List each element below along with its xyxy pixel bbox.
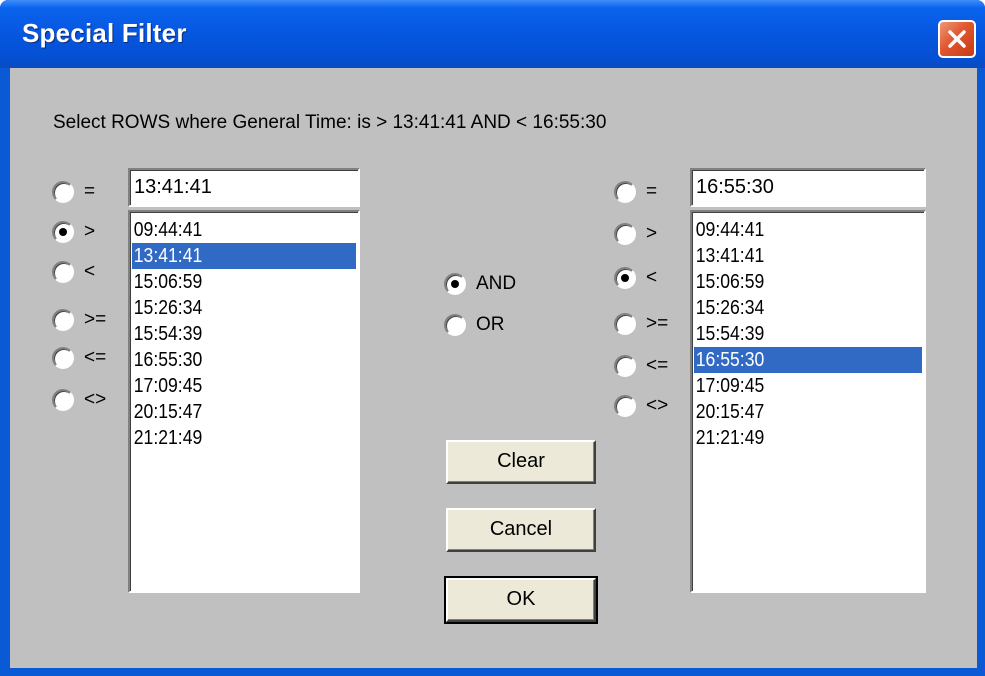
left-operator-radio-label: > xyxy=(84,221,96,242)
list-item[interactable]: 15:06:59 xyxy=(694,269,922,295)
left-operator-radio-3[interactable]: >= xyxy=(52,306,106,334)
right-operator-radio-button[interactable] xyxy=(614,313,636,335)
left-operator-radio-2[interactable]: < xyxy=(52,258,95,286)
list-item-text: 17:09:45 xyxy=(133,375,203,397)
right-operator-radio-button[interactable] xyxy=(614,181,636,203)
list-item-text: 16:55:30 xyxy=(133,349,203,371)
right-operator-radio-1[interactable]: > xyxy=(614,220,657,248)
right-operator-radio-button[interactable] xyxy=(614,267,636,289)
clear-button[interactable]: Clear xyxy=(446,440,596,484)
right-operator-radio-button[interactable] xyxy=(614,223,636,245)
right-operator-radio-3[interactable]: >= xyxy=(614,310,668,338)
logic-radio-0[interactable]: AND xyxy=(444,270,516,298)
left-operator-radio-button[interactable] xyxy=(52,181,74,203)
list-item-text: 16:55:30 xyxy=(695,349,765,371)
ok-button[interactable]: OK xyxy=(444,576,598,624)
radio-dot-icon xyxy=(59,228,67,236)
logic-radio-label: AND xyxy=(476,273,517,294)
radio-dot-icon xyxy=(451,280,459,288)
radio-dot-icon xyxy=(621,274,629,282)
right-operator-radio-label: >= xyxy=(646,313,669,334)
list-item[interactable]: 17:09:45 xyxy=(694,373,922,399)
list-item[interactable]: 15:54:39 xyxy=(694,321,922,347)
list-item-text: 13:41:41 xyxy=(695,245,765,267)
list-item[interactable]: 16:55:30 xyxy=(694,347,922,373)
right-operator-radio-5[interactable]: <> xyxy=(614,392,668,420)
right-time-list[interactable]: 09:44:41 13:41:41 15:06:59 15:26:34 15:54:39… xyxy=(690,210,926,593)
list-item-text: 17:09:45 xyxy=(695,375,765,397)
list-item-text: 15:54:39 xyxy=(133,323,203,345)
list-item-text: 15:54:39 xyxy=(695,323,765,345)
special-filter-window: Special Filter Select ROWS where General… xyxy=(0,0,985,676)
list-item[interactable]: 21:21:49 xyxy=(694,425,922,451)
right-operator-radio-button[interactable] xyxy=(614,395,636,417)
list-item[interactable]: 21:21:49 xyxy=(132,425,356,451)
list-item[interactable]: 20:15:47 xyxy=(132,399,356,425)
left-operator-radio-button[interactable] xyxy=(52,261,74,283)
list-item[interactable]: 15:54:39 xyxy=(132,321,356,347)
list-item[interactable]: 09:44:41 xyxy=(694,217,922,243)
left-operator-radio-button[interactable] xyxy=(52,221,74,243)
right-value-input[interactable]: 16:55:30 xyxy=(690,168,926,207)
right-operator-radio-label: < xyxy=(646,267,658,288)
list-item[interactable]: 16:55:30 xyxy=(132,347,356,373)
right-operator-radio-4[interactable]: <= xyxy=(614,352,668,380)
list-item-text: 21:21:49 xyxy=(133,427,203,449)
window-title: Special Filter xyxy=(22,18,187,48)
logic-radio-1[interactable]: OR xyxy=(444,311,505,339)
title-bar[interactable]: Special Filter xyxy=(0,0,985,68)
list-item[interactable]: 15:06:59 xyxy=(132,269,356,295)
list-item[interactable]: 20:15:47 xyxy=(694,399,922,425)
list-item-text: 15:26:34 xyxy=(695,297,765,319)
list-item[interactable]: 17:09:45 xyxy=(132,373,356,399)
close-button[interactable] xyxy=(938,20,976,58)
logic-radio-label: OR xyxy=(476,314,505,335)
logic-radio-button[interactable] xyxy=(444,273,466,295)
close-x-icon xyxy=(948,30,966,48)
left-operator-radio-button[interactable] xyxy=(52,309,74,331)
list-item-text: 20:15:47 xyxy=(695,401,765,423)
left-operator-radio-0[interactable]: = xyxy=(52,178,95,206)
left-time-list[interactable]: 09:44:41 13:41:41 15:06:59 15:26:34 15:54:39… xyxy=(128,210,360,593)
logic-radio-button[interactable] xyxy=(444,314,466,336)
right-operator-radio-label: = xyxy=(646,181,658,202)
list-item-text: 21:21:49 xyxy=(695,427,765,449)
left-value-input[interactable]: 13:41:41 xyxy=(128,168,360,207)
right-operator-radio-button[interactable] xyxy=(614,355,636,377)
right-operator-radio-2[interactable]: < xyxy=(614,264,657,292)
right-operator-radio-0[interactable]: = xyxy=(614,178,657,206)
left-operator-radio-label: < xyxy=(84,261,96,282)
left-operator-radio-5[interactable]: <> xyxy=(52,386,106,414)
left-operator-radio-button[interactable] xyxy=(52,347,74,369)
list-item-text: 09:44:41 xyxy=(695,219,765,241)
left-operator-radio-label: <> xyxy=(84,389,107,410)
list-item-text: 13:41:41 xyxy=(133,245,203,267)
dialog-body: Select ROWS where General Time: is > 13:… xyxy=(10,68,977,668)
right-operator-radio-label: > xyxy=(646,223,658,244)
left-operator-radio-label: <= xyxy=(84,347,107,368)
list-item[interactable]: 13:41:41 xyxy=(132,243,356,269)
right-operator-radio-label: <= xyxy=(646,355,669,376)
list-item-text: 15:06:59 xyxy=(133,271,203,293)
cancel-button[interactable]: Cancel xyxy=(446,508,596,552)
list-item[interactable]: 13:41:41 xyxy=(694,243,922,269)
list-item[interactable]: 15:26:34 xyxy=(694,295,922,321)
list-item-text: 15:26:34 xyxy=(133,297,203,319)
left-operator-radio-4[interactable]: <= xyxy=(52,344,106,372)
list-item[interactable]: 09:44:41 xyxy=(132,217,356,243)
left-operator-radio-1[interactable]: > xyxy=(52,218,95,246)
list-item[interactable]: 15:26:34 xyxy=(132,295,356,321)
list-item-text: 09:44:41 xyxy=(133,219,203,241)
list-item-text: 20:15:47 xyxy=(133,401,203,423)
left-operator-radio-label: = xyxy=(84,181,96,202)
filter-prompt: Select ROWS where General Time: is > 13:… xyxy=(53,112,607,133)
left-operator-radio-label: >= xyxy=(84,309,107,330)
left-operator-radio-button[interactable] xyxy=(52,389,74,411)
right-operator-radio-label: <> xyxy=(646,395,669,416)
list-item-text: 15:06:59 xyxy=(695,271,765,293)
